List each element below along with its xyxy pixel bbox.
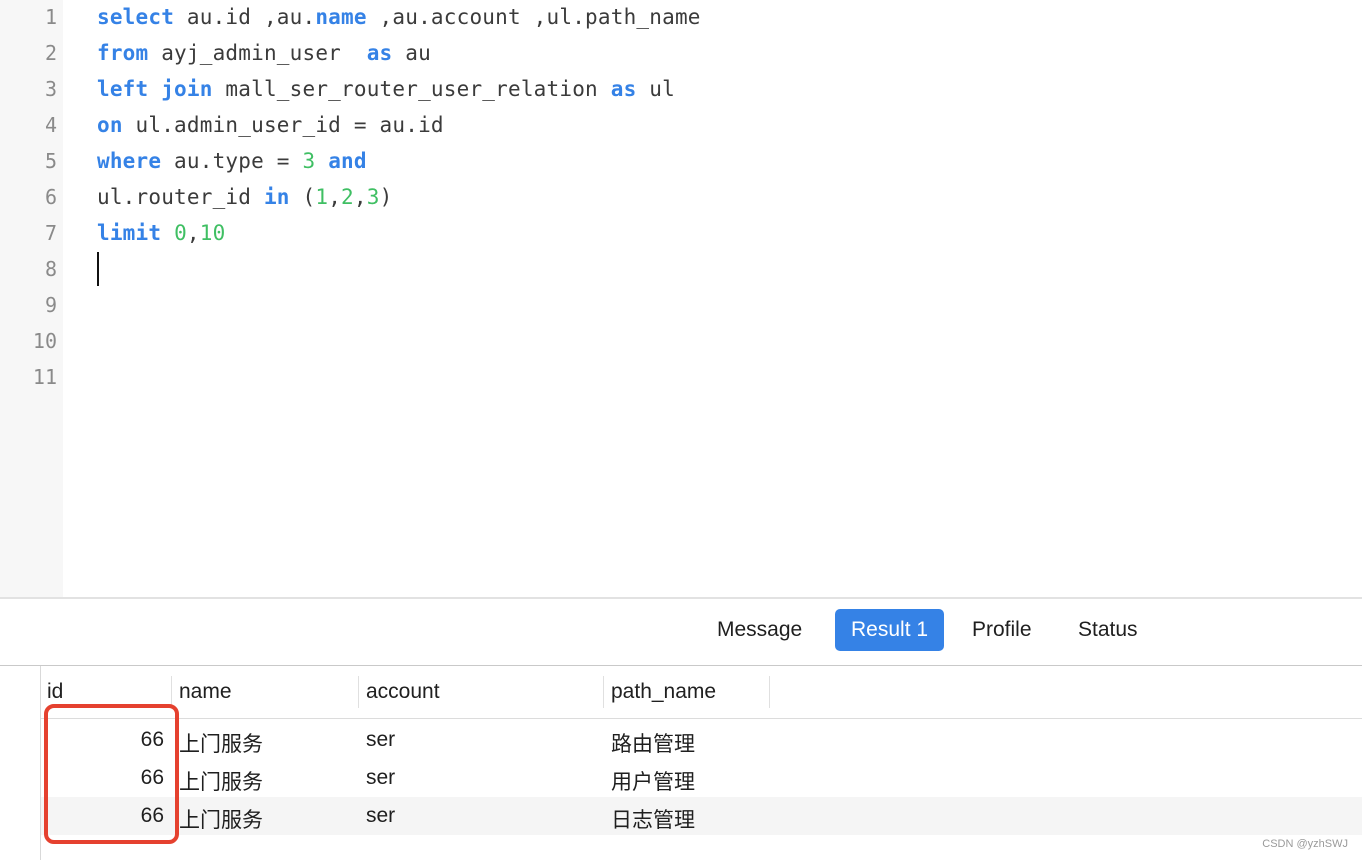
sql-text: ul.admin_user_id = au.id [122,113,444,137]
table-row[interactable]: 66 上门服务 ser 用户管理 [41,759,1362,797]
cell-path-name[interactable]: 路由管理 [611,728,695,758]
code-text[interactable]: select au.id ,au.name ,au.account ,ul.pa… [97,5,701,29]
code-line[interactable]: 4 on ul.admin_user_id = au.id [0,108,1362,144]
sql-number: 3 [302,149,316,173]
sql-number: 2 [341,185,354,209]
sql-text: ul [636,77,675,101]
sql-keyword: as [610,77,637,101]
code-line[interactable]: 3 left join mall_ser_router_user_relation… [0,72,1362,108]
column-header-path-name[interactable]: path_name [611,680,716,704]
code-text[interactable]: limit 0,10 [97,221,225,245]
code-line[interactable]: 9 [0,288,1362,324]
line-number: 5 [44,149,57,173]
code-line[interactable]: 7 limit 0,10 [0,216,1362,252]
code-line[interactable]: 1 select au.id ,au.name ,au.account ,ul.p… [0,0,1362,36]
text-caret [97,252,99,286]
column-separator[interactable] [358,676,359,708]
code-line[interactable]: 5 where au.type = 3 and [0,144,1362,180]
sql-editor[interactable]: 1 select au.id ,au.name ,au.account ,ul.p… [0,0,1362,598]
code-line[interactable]: 11 [0,360,1362,396]
column-separator[interactable] [171,676,172,708]
result-tabs: Message Result 1 Profile Status [0,599,1362,666]
cell-path-name[interactable]: 日志管理 [611,804,695,834]
tab-status[interactable]: Status [1062,609,1154,651]
tab-profile[interactable]: Profile [956,609,1048,651]
line-number: 9 [44,293,57,317]
sql-number: 10 [199,221,226,245]
cell-account[interactable]: ser [366,728,395,752]
sql-keyword: join [161,77,213,101]
sql-number: 0 [174,221,187,245]
code-line[interactable]: 2 from ayj_admin_user as au [0,36,1362,72]
column-header-name[interactable]: name [179,680,232,704]
line-number: 2 [44,41,57,65]
sql-text: au.id ,au. [174,5,316,29]
column-separator[interactable] [769,676,770,708]
sql-keyword: left [97,77,149,101]
line-number: 6 [44,185,57,209]
cell-name[interactable]: 上门服务 [179,728,263,758]
sql-text: ,au.account ,ul.path_name [366,5,701,29]
sql-text: au.type = [161,149,303,173]
cell-name[interactable]: 上门服务 [179,804,263,834]
sql-keyword: where [97,149,162,173]
table-row[interactable]: 66 上门服务 ser 日志管理 [41,797,1362,835]
cell-path-name[interactable]: 用户管理 [611,766,695,796]
code-text[interactable]: where au.type = 3 and [97,149,367,173]
line-number: 7 [44,221,57,245]
code-line[interactable]: 6 ul.router_id in (1,2,3) [0,180,1362,216]
grid-header: id name account path_name [41,666,1362,719]
watermark: CSDN @yzhSWJ [1262,838,1348,850]
sql-text: ayj_admin_user [148,41,367,65]
sql-keyword: select [97,5,175,29]
code-text[interactable]: left join mall_ser_router_user_relation … [97,77,675,101]
sql-number: 3 [366,185,380,209]
line-number: 4 [44,113,57,137]
sql-text: mall_ser_router_user_relation [212,77,611,101]
sql-keyword: name [315,5,367,29]
code-line[interactable]: 10 [0,324,1362,360]
row-selector-gutter[interactable] [0,666,41,860]
line-number: 1 [44,5,57,29]
sql-number: 1 [315,185,329,209]
cell-name[interactable]: 上门服务 [179,766,263,796]
tab-result-1[interactable]: Result 1 [835,609,945,651]
sql-keyword: in [263,185,290,209]
line-number: 8 [44,257,57,281]
sql-text: ul.router_id [97,185,264,209]
sql-text: , [186,221,200,245]
sql-keyword: and [328,149,367,173]
result-grid: id name account path_name 66 上门服务 ser 路由… [0,666,1362,860]
column-header-id[interactable]: id [47,680,63,704]
code-line[interactable]: 8 [0,252,1362,288]
column-separator[interactable] [603,676,604,708]
sql-text: ( [289,185,316,209]
sql-keyword: from [97,41,149,65]
sql-text: ) [379,185,393,209]
code-text[interactable]: on ul.admin_user_id = au.id [97,113,444,137]
tab-message[interactable]: Message [701,609,818,651]
red-highlight-box [44,704,179,844]
line-number: 10 [32,329,57,353]
cell-account[interactable]: ser [366,804,395,828]
sql-keyword: as [366,41,393,65]
line-number: 11 [32,365,57,389]
sql-keyword: limit [97,221,162,245]
code-text[interactable]: from ayj_admin_user as au [97,41,431,65]
sql-keyword: on [97,113,123,137]
cell-account[interactable]: ser [366,766,395,790]
table-row[interactable]: 66 上门服务 ser 路由管理 [41,721,1362,759]
line-number: 3 [44,77,57,101]
sql-text: au [392,41,431,65]
column-header-account[interactable]: account [366,680,440,704]
sql-text: , [328,185,342,209]
sql-text: , [353,185,367,209]
code-text[interactable]: ul.router_id in (1,2,3) [97,185,392,209]
